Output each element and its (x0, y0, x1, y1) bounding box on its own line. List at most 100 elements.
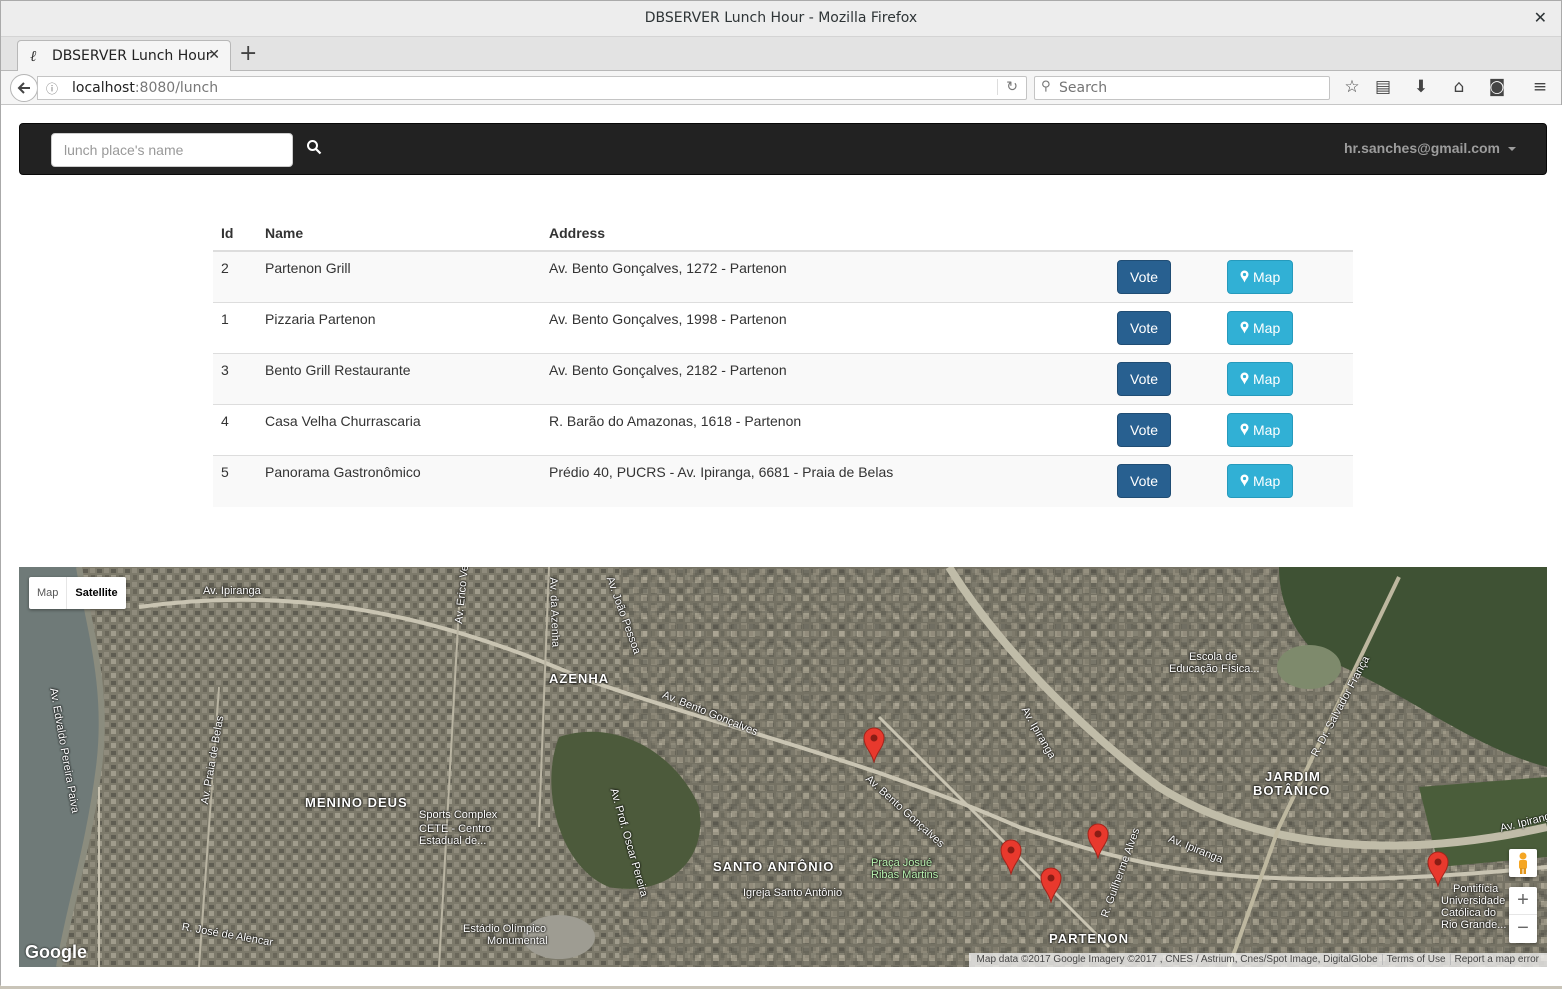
search-icon: ⚲ (1041, 79, 1051, 94)
library-icon[interactable]: ▤ (1372, 77, 1394, 97)
window-close-icon[interactable]: ✕ (1534, 8, 1547, 27)
vote-button[interactable]: Vote (1117, 464, 1172, 498)
vote-button[interactable]: Vote (1117, 311, 1172, 345)
url-text[interactable]: localhost:8080/lunch (72, 80, 218, 96)
map-label: Estádio Olímpico (463, 923, 547, 935)
google-map[interactable]: Map Satellite Av. Ipiranga Av. Edvaldo Pe… (19, 567, 1547, 967)
map-marker-icon[interactable] (863, 727, 885, 763)
row-name: Panorama Gastronômico (257, 455, 541, 507)
vote-button[interactable]: Vote (1117, 260, 1172, 294)
home-icon[interactable]: ⌂ (1448, 77, 1470, 97)
map-marker-icon[interactable] (1000, 839, 1022, 875)
vote-cell: Vote (1109, 250, 1219, 303)
user-dropdown[interactable]: hr.sanches@gmail.com (1344, 140, 1516, 156)
map-cell: Map (1219, 250, 1353, 303)
map-marker-icon (1240, 474, 1249, 487)
bookmark-star-icon[interactable]: ☆ (1341, 77, 1363, 97)
row-name: Partenon Grill (257, 250, 541, 303)
map-attribution: Map data ©2017 Google Imagery ©2017 , CN… (968, 953, 1547, 967)
header-name: Name (257, 219, 541, 252)
url-bar[interactable]: ⓘ localhost:8080/lunch ↻ (37, 76, 1027, 100)
vote-button[interactable]: Vote (1117, 362, 1172, 396)
vote-cell: Vote (1109, 302, 1219, 354)
map-label: PARTENON (1049, 931, 1129, 946)
lunch-places-table: Id Name Address 2 Partenon Grill Av. Bento… (213, 219, 1353, 507)
map-button[interactable]: Map (1227, 311, 1294, 345)
report-map-error-link[interactable]: Report a map error (1449, 954, 1543, 965)
satellite-imagery (19, 567, 1547, 967)
tab-dbserver-lunch-hour[interactable]: ℓ DBSERVER Lunch Hour ✕ (17, 40, 231, 72)
reload-icon[interactable]: ↻ (997, 79, 1018, 95)
title-bar: DBSERVER Lunch Hour - Mozilla Firefox ✕ (1, 1, 1561, 37)
map-label: CETE - Centro (419, 823, 492, 835)
pocket-icon[interactable]: ◙ (1486, 77, 1508, 97)
map-button-label: Map (1253, 371, 1281, 387)
map-label: JARDIM (1265, 769, 1321, 784)
user-email: hr.sanches@gmail.com (1343, 140, 1500, 156)
downloads-icon[interactable]: ⬇ (1410, 77, 1432, 97)
header-vote (1109, 219, 1219, 252)
table-row: 1 Pizzaria Partenon Av. Bento Gonçalves, 1… (213, 302, 1353, 354)
map-marker-icon (1240, 372, 1249, 385)
tab-title: DBSERVER Lunch Hour (52, 48, 212, 64)
tab-close-icon[interactable]: ✕ (208, 47, 220, 63)
table-row: 2 Partenon Grill Av. Bento Gonçalves, 1272… (213, 250, 1353, 303)
row-id: 1 (213, 302, 257, 354)
header-address: Address (541, 219, 1109, 252)
row-name: Bento Grill Restaurante (257, 353, 541, 405)
favicon-icon: ℓ (30, 47, 37, 65)
map-label: Av. Ipiranga (203, 585, 261, 597)
map-marker-icon[interactable] (1040, 867, 1062, 903)
map-marker-icon (1240, 321, 1249, 334)
map-label: Estadual de... (419, 835, 487, 847)
vote-button[interactable]: Vote (1117, 413, 1172, 447)
map-button[interactable]: Map (1227, 464, 1294, 498)
site-info-icon[interactable]: ⓘ (46, 80, 58, 97)
row-address: R. Barão do Amazonas, 1618 - Partenon (541, 404, 1109, 456)
map-button[interactable]: Map (1227, 362, 1294, 396)
map-label: Monumental (487, 935, 548, 947)
browser-search-input[interactable] (1059, 79, 1319, 97)
row-address: Prédio 40, PUCRS - Av. Ipiranga, 6681 - … (541, 455, 1109, 507)
google-logo: Google (25, 942, 87, 962)
map-marker-icon[interactable] (1087, 823, 1109, 859)
row-address: Av. Bento Gonçalves, 1272 - Partenon (541, 250, 1109, 303)
map-button-label: Map (1253, 473, 1281, 489)
zoom-out-button[interactable]: − (1509, 915, 1537, 943)
map-button[interactable]: Map (1227, 260, 1294, 294)
caret-down-icon (1508, 147, 1516, 152)
map-cell: Map (1219, 353, 1353, 405)
back-button[interactable] (10, 74, 38, 102)
row-id: 2 (213, 250, 257, 303)
map-label: MENINO DEUS (305, 795, 408, 810)
url-path: :8080/lunch (134, 80, 219, 96)
map-marker-icon[interactable] (1427, 851, 1449, 887)
browser-search-bar[interactable]: ⚲ (1034, 76, 1330, 100)
row-name: Pizzaria Partenon (257, 302, 541, 354)
url-host: localhost (72, 80, 135, 96)
header-id: Id (213, 219, 257, 252)
map-label: Católica do (1441, 907, 1497, 919)
zoom-in-button[interactable]: + (1509, 887, 1537, 915)
lunch-place-search-input[interactable] (51, 133, 293, 167)
map-label: Av. da Azenha (547, 577, 562, 648)
street-view-pegman-icon[interactable] (1509, 849, 1537, 877)
window-title: DBSERVER Lunch Hour - Mozilla Firefox (644, 10, 918, 26)
table-header-row: Id Name Address (213, 219, 1353, 252)
table-row: 4 Casa Velha Churrascaria R. Barão do Amaz… (213, 404, 1353, 456)
new-tab-button[interactable]: + (239, 41, 257, 66)
header-map (1219, 219, 1353, 252)
terms-of-use-link[interactable]: Terms of Use (1381, 954, 1450, 965)
map-button[interactable]: Map (1227, 413, 1294, 447)
map-label: Educação Física... (1169, 663, 1260, 675)
map-type-map-button[interactable]: Map (29, 577, 66, 609)
tab-strip: ℓ DBSERVER Lunch Hour ✕ + (1, 37, 1561, 72)
row-name: Casa Velha Churrascaria (257, 404, 541, 456)
hamburger-menu-icon[interactable]: ≡ (1529, 77, 1551, 97)
map-label: Rio Grande... (1441, 919, 1507, 931)
search-icon[interactable] (306, 138, 322, 156)
map-data-attribution: Map data ©2017 Google Imagery ©2017 , CN… (976, 954, 1378, 965)
nav-toolbar: ⓘ localhost:8080/lunch ↻ ⚲ ☆ ▤ ⬇ ⌂ ◙ ≡ (1, 71, 1561, 105)
map-cell: Map (1219, 455, 1353, 507)
map-type-satellite-button[interactable]: Satellite (66, 577, 125, 609)
